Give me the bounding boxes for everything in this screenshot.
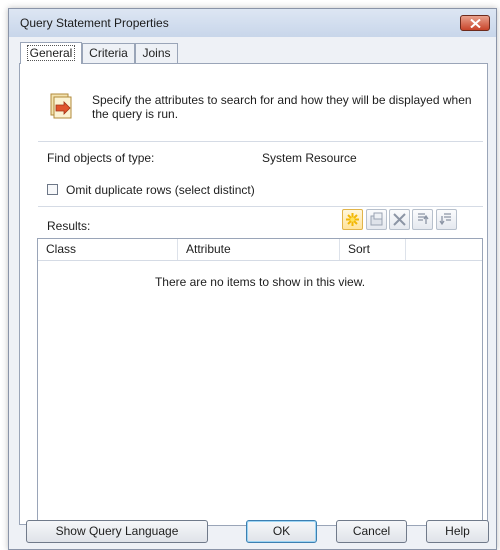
column-sort-label: Sort <box>348 242 371 256</box>
results-list-header: Class Attribute Sort <box>38 239 482 261</box>
delete-button[interactable] <box>389 209 410 230</box>
column-header-sort[interactable]: Sort <box>340 239 406 260</box>
help-button[interactable]: Help <box>426 520 489 543</box>
query-document-icon <box>48 92 76 123</box>
show-query-language-button[interactable]: Show Query Language <box>26 520 208 543</box>
results-list[interactable]: Class Attribute Sort There are no items … <box>37 238 483 526</box>
divider <box>38 206 483 207</box>
tab-general-label: General <box>26 45 76 61</box>
title-bar[interactable]: Query Statement Properties <box>9 9 496 37</box>
move-down-icon <box>439 213 451 226</box>
move-up-button[interactable] <box>412 209 433 230</box>
move-down-button[interactable] <box>436 209 457 230</box>
empty-message-prefix: There are no items <box>154 275 256 289</box>
delete-x-icon <box>393 213 406 226</box>
find-objects-value: System Resource <box>262 151 357 165</box>
properties-button[interactable] <box>366 209 387 230</box>
new-button[interactable] <box>342 209 363 230</box>
move-up-icon <box>418 213 429 224</box>
omit-duplicates-checkbox[interactable] <box>47 184 58 195</box>
info-description: Specify the attributes to search for and… <box>92 93 472 121</box>
empty-message-suffix: to show in this view. <box>255 275 366 289</box>
column-header-attribute[interactable]: Attribute <box>178 239 340 260</box>
column-class-label: Class <box>46 242 77 256</box>
tab-joins-label: Joins <box>142 46 171 60</box>
window-title: Query Statement Properties <box>20 16 169 30</box>
properties-icon <box>370 212 383 226</box>
column-header-class[interactable]: Class <box>38 239 178 260</box>
tab-general[interactable]: General <box>20 42 82 64</box>
column-attribute-label: Attribute <box>186 242 231 256</box>
starburst-new-icon <box>346 213 359 226</box>
close-button[interactable] <box>460 15 490 31</box>
divider <box>38 141 483 142</box>
find-objects-label: Find objects of type: <box>47 151 155 165</box>
omit-duplicates-label[interactable]: Omit duplicate rows (select distinct) <box>66 183 255 197</box>
empty-list-message: There are no items to show in this view. <box>38 275 482 289</box>
tab-criteria-label: Criteria <box>89 46 128 60</box>
tab-joins[interactable]: Joins <box>135 43 178 63</box>
cancel-button[interactable]: Cancel <box>336 520 407 543</box>
ok-button[interactable]: OK <box>246 520 317 543</box>
close-icon <box>470 19 481 28</box>
tab-criteria[interactable]: Criteria <box>82 43 135 63</box>
results-label: Results: <box>47 219 91 233</box>
